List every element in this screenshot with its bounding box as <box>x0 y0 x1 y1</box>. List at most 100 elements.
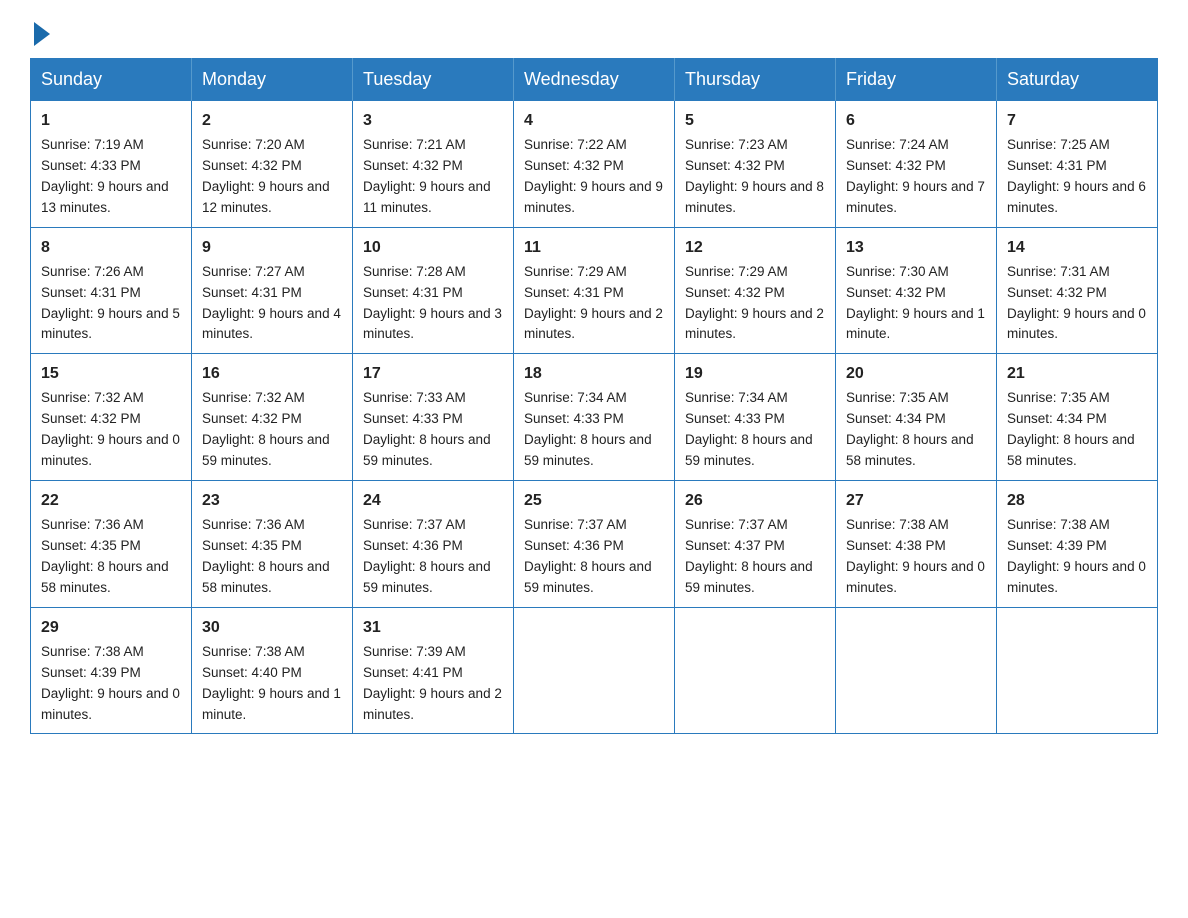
day-number: 17 <box>363 362 503 386</box>
day-of-week-header: Friday <box>836 59 997 101</box>
day-number: 3 <box>363 109 503 133</box>
calendar-week-row: 15 Sunrise: 7:32 AMSunset: 4:32 PMDayligh… <box>31 354 1158 481</box>
day-number: 16 <box>202 362 342 386</box>
calendar-day-cell: 13 Sunrise: 7:30 AMSunset: 4:32 PMDayligh… <box>836 227 997 354</box>
calendar-day-cell: 22 Sunrise: 7:36 AMSunset: 4:35 PMDayligh… <box>31 481 192 608</box>
day-number: 19 <box>685 362 825 386</box>
day-number: 24 <box>363 489 503 513</box>
calendar-day-cell: 8 Sunrise: 7:26 AMSunset: 4:31 PMDaylight… <box>31 227 192 354</box>
calendar-day-cell: 20 Sunrise: 7:35 AMSunset: 4:34 PMDayligh… <box>836 354 997 481</box>
day-number: 29 <box>41 616 181 640</box>
day-number: 4 <box>524 109 664 133</box>
day-info: Sunrise: 7:32 AMSunset: 4:32 PMDaylight:… <box>41 390 180 468</box>
day-info: Sunrise: 7:35 AMSunset: 4:34 PMDaylight:… <box>1007 390 1135 468</box>
calendar-day-cell: 30 Sunrise: 7:38 AMSunset: 4:40 PMDayligh… <box>192 607 353 734</box>
calendar-day-cell: 19 Sunrise: 7:34 AMSunset: 4:33 PMDayligh… <box>675 354 836 481</box>
day-number: 5 <box>685 109 825 133</box>
day-number: 7 <box>1007 109 1147 133</box>
calendar-day-cell: 1 Sunrise: 7:19 AMSunset: 4:33 PMDaylight… <box>31 101 192 228</box>
day-info: Sunrise: 7:36 AMSunset: 4:35 PMDaylight:… <box>202 517 330 595</box>
day-number: 22 <box>41 489 181 513</box>
calendar-day-cell: 18Sunrise: 7:34 AMSunset: 4:33 PMDayligh… <box>514 354 675 481</box>
calendar-day-cell: 4Sunrise: 7:22 AMSunset: 4:32 PMDaylight… <box>514 101 675 228</box>
day-number: 2 <box>202 109 342 133</box>
day-info: Sunrise: 7:29 AMSunset: 4:31 PMDaylight:… <box>524 264 663 342</box>
day-info: Sunrise: 7:33 AMSunset: 4:33 PMDaylight:… <box>363 390 491 468</box>
day-number: 12 <box>685 236 825 260</box>
calendar-day-cell: 27 Sunrise: 7:38 AMSunset: 4:38 PMDayligh… <box>836 481 997 608</box>
calendar-day-cell <box>997 607 1158 734</box>
day-of-week-header: Tuesday <box>353 59 514 101</box>
day-number: 14 <box>1007 236 1147 260</box>
day-number: 13 <box>846 236 986 260</box>
day-of-week-header: Saturday <box>997 59 1158 101</box>
day-number: 21 <box>1007 362 1147 386</box>
day-number: 23 <box>202 489 342 513</box>
day-info: Sunrise: 7:38 AMSunset: 4:38 PMDaylight:… <box>846 517 985 595</box>
calendar-day-cell: 28Sunrise: 7:38 AMSunset: 4:39 PMDayligh… <box>997 481 1158 608</box>
day-info: Sunrise: 7:29 AMSunset: 4:32 PMDaylight:… <box>685 264 824 342</box>
day-info: Sunrise: 7:19 AMSunset: 4:33 PMDaylight:… <box>41 137 169 215</box>
logo-arrow-icon <box>34 22 50 46</box>
calendar-day-cell: 16 Sunrise: 7:32 AMSunset: 4:32 PMDayligh… <box>192 354 353 481</box>
day-info: Sunrise: 7:36 AMSunset: 4:35 PMDaylight:… <box>41 517 169 595</box>
calendar-day-cell: 3 Sunrise: 7:21 AMSunset: 4:32 PMDaylight… <box>353 101 514 228</box>
day-info: Sunrise: 7:26 AMSunset: 4:31 PMDaylight:… <box>41 264 180 342</box>
day-number: 11 <box>524 236 664 260</box>
calendar-week-row: 22 Sunrise: 7:36 AMSunset: 4:35 PMDayligh… <box>31 481 1158 608</box>
day-info: Sunrise: 7:28 AMSunset: 4:31 PMDaylight:… <box>363 264 502 342</box>
calendar-week-row: 1 Sunrise: 7:19 AMSunset: 4:33 PMDaylight… <box>31 101 1158 228</box>
day-info: Sunrise: 7:27 AMSunset: 4:31 PMDaylight:… <box>202 264 341 342</box>
day-info: Sunrise: 7:35 AMSunset: 4:34 PMDaylight:… <box>846 390 974 468</box>
calendar-day-cell: 21 Sunrise: 7:35 AMSunset: 4:34 PMDayligh… <box>997 354 1158 481</box>
calendar-day-cell: 11 Sunrise: 7:29 AMSunset: 4:31 PMDayligh… <box>514 227 675 354</box>
calendar-day-cell: 23 Sunrise: 7:36 AMSunset: 4:35 PMDayligh… <box>192 481 353 608</box>
day-info: Sunrise: 7:21 AMSunset: 4:32 PMDaylight:… <box>363 137 491 215</box>
day-number: 8 <box>41 236 181 260</box>
day-number: 31 <box>363 616 503 640</box>
day-info: Sunrise: 7:24 AMSunset: 4:32 PMDaylight:… <box>846 137 985 215</box>
day-info: Sunrise: 7:37 AMSunset: 4:36 PMDaylight:… <box>524 517 652 595</box>
day-info: Sunrise: 7:30 AMSunset: 4:32 PMDaylight:… <box>846 264 985 342</box>
day-number: 25 <box>524 489 664 513</box>
calendar-day-cell: 26Sunrise: 7:37 AMSunset: 4:37 PMDayligh… <box>675 481 836 608</box>
calendar-day-cell: 24 Sunrise: 7:37 AMSunset: 4:36 PMDayligh… <box>353 481 514 608</box>
day-of-week-header: Wednesday <box>514 59 675 101</box>
day-info: Sunrise: 7:38 AMSunset: 4:39 PMDaylight:… <box>41 644 180 722</box>
calendar-day-cell <box>675 607 836 734</box>
day-number: 1 <box>41 109 181 133</box>
day-number: 30 <box>202 616 342 640</box>
calendar-day-cell: 7 Sunrise: 7:25 AMSunset: 4:31 PMDaylight… <box>997 101 1158 228</box>
day-info: Sunrise: 7:39 AMSunset: 4:41 PMDaylight:… <box>363 644 502 722</box>
day-info: Sunrise: 7:32 AMSunset: 4:32 PMDaylight:… <box>202 390 330 468</box>
day-of-week-header: Monday <box>192 59 353 101</box>
calendar-day-cell: 6 Sunrise: 7:24 AMSunset: 4:32 PMDaylight… <box>836 101 997 228</box>
day-number: 26 <box>685 489 825 513</box>
day-info: Sunrise: 7:37 AMSunset: 4:36 PMDaylight:… <box>363 517 491 595</box>
calendar-day-cell: 2 Sunrise: 7:20 AMSunset: 4:32 PMDaylight… <box>192 101 353 228</box>
calendar-day-cell: 10 Sunrise: 7:28 AMSunset: 4:31 PMDayligh… <box>353 227 514 354</box>
calendar-day-cell: 29 Sunrise: 7:38 AMSunset: 4:39 PMDayligh… <box>31 607 192 734</box>
calendar-day-cell: 5Sunrise: 7:23 AMSunset: 4:32 PMDaylight… <box>675 101 836 228</box>
day-info: Sunrise: 7:38 AMSunset: 4:40 PMDaylight:… <box>202 644 341 722</box>
day-info: Sunrise: 7:34 AMSunset: 4:33 PMDaylight:… <box>524 390 652 468</box>
day-number: 20 <box>846 362 986 386</box>
calendar-day-cell: 9 Sunrise: 7:27 AMSunset: 4:31 PMDaylight… <box>192 227 353 354</box>
day-info: Sunrise: 7:25 AMSunset: 4:31 PMDaylight:… <box>1007 137 1146 215</box>
day-number: 15 <box>41 362 181 386</box>
day-number: 10 <box>363 236 503 260</box>
day-of-week-header: Sunday <box>31 59 192 101</box>
calendar-day-cell: 12 Sunrise: 7:29 AMSunset: 4:32 PMDayligh… <box>675 227 836 354</box>
page-header <box>30 20 1158 42</box>
calendar-day-cell: 17 Sunrise: 7:33 AMSunset: 4:33 PMDayligh… <box>353 354 514 481</box>
day-info: Sunrise: 7:20 AMSunset: 4:32 PMDaylight:… <box>202 137 330 215</box>
day-number: 27 <box>846 489 986 513</box>
day-number: 9 <box>202 236 342 260</box>
day-number: 6 <box>846 109 986 133</box>
day-info: Sunrise: 7:34 AMSunset: 4:33 PMDaylight:… <box>685 390 813 468</box>
calendar-day-cell <box>514 607 675 734</box>
calendar-day-cell: 31 Sunrise: 7:39 AMSunset: 4:41 PMDayligh… <box>353 607 514 734</box>
day-info: Sunrise: 7:31 AMSunset: 4:32 PMDaylight:… <box>1007 264 1146 342</box>
calendar-table: SundayMondayTuesdayWednesdayThursdayFrid… <box>30 58 1158 734</box>
day-of-week-header: Thursday <box>675 59 836 101</box>
